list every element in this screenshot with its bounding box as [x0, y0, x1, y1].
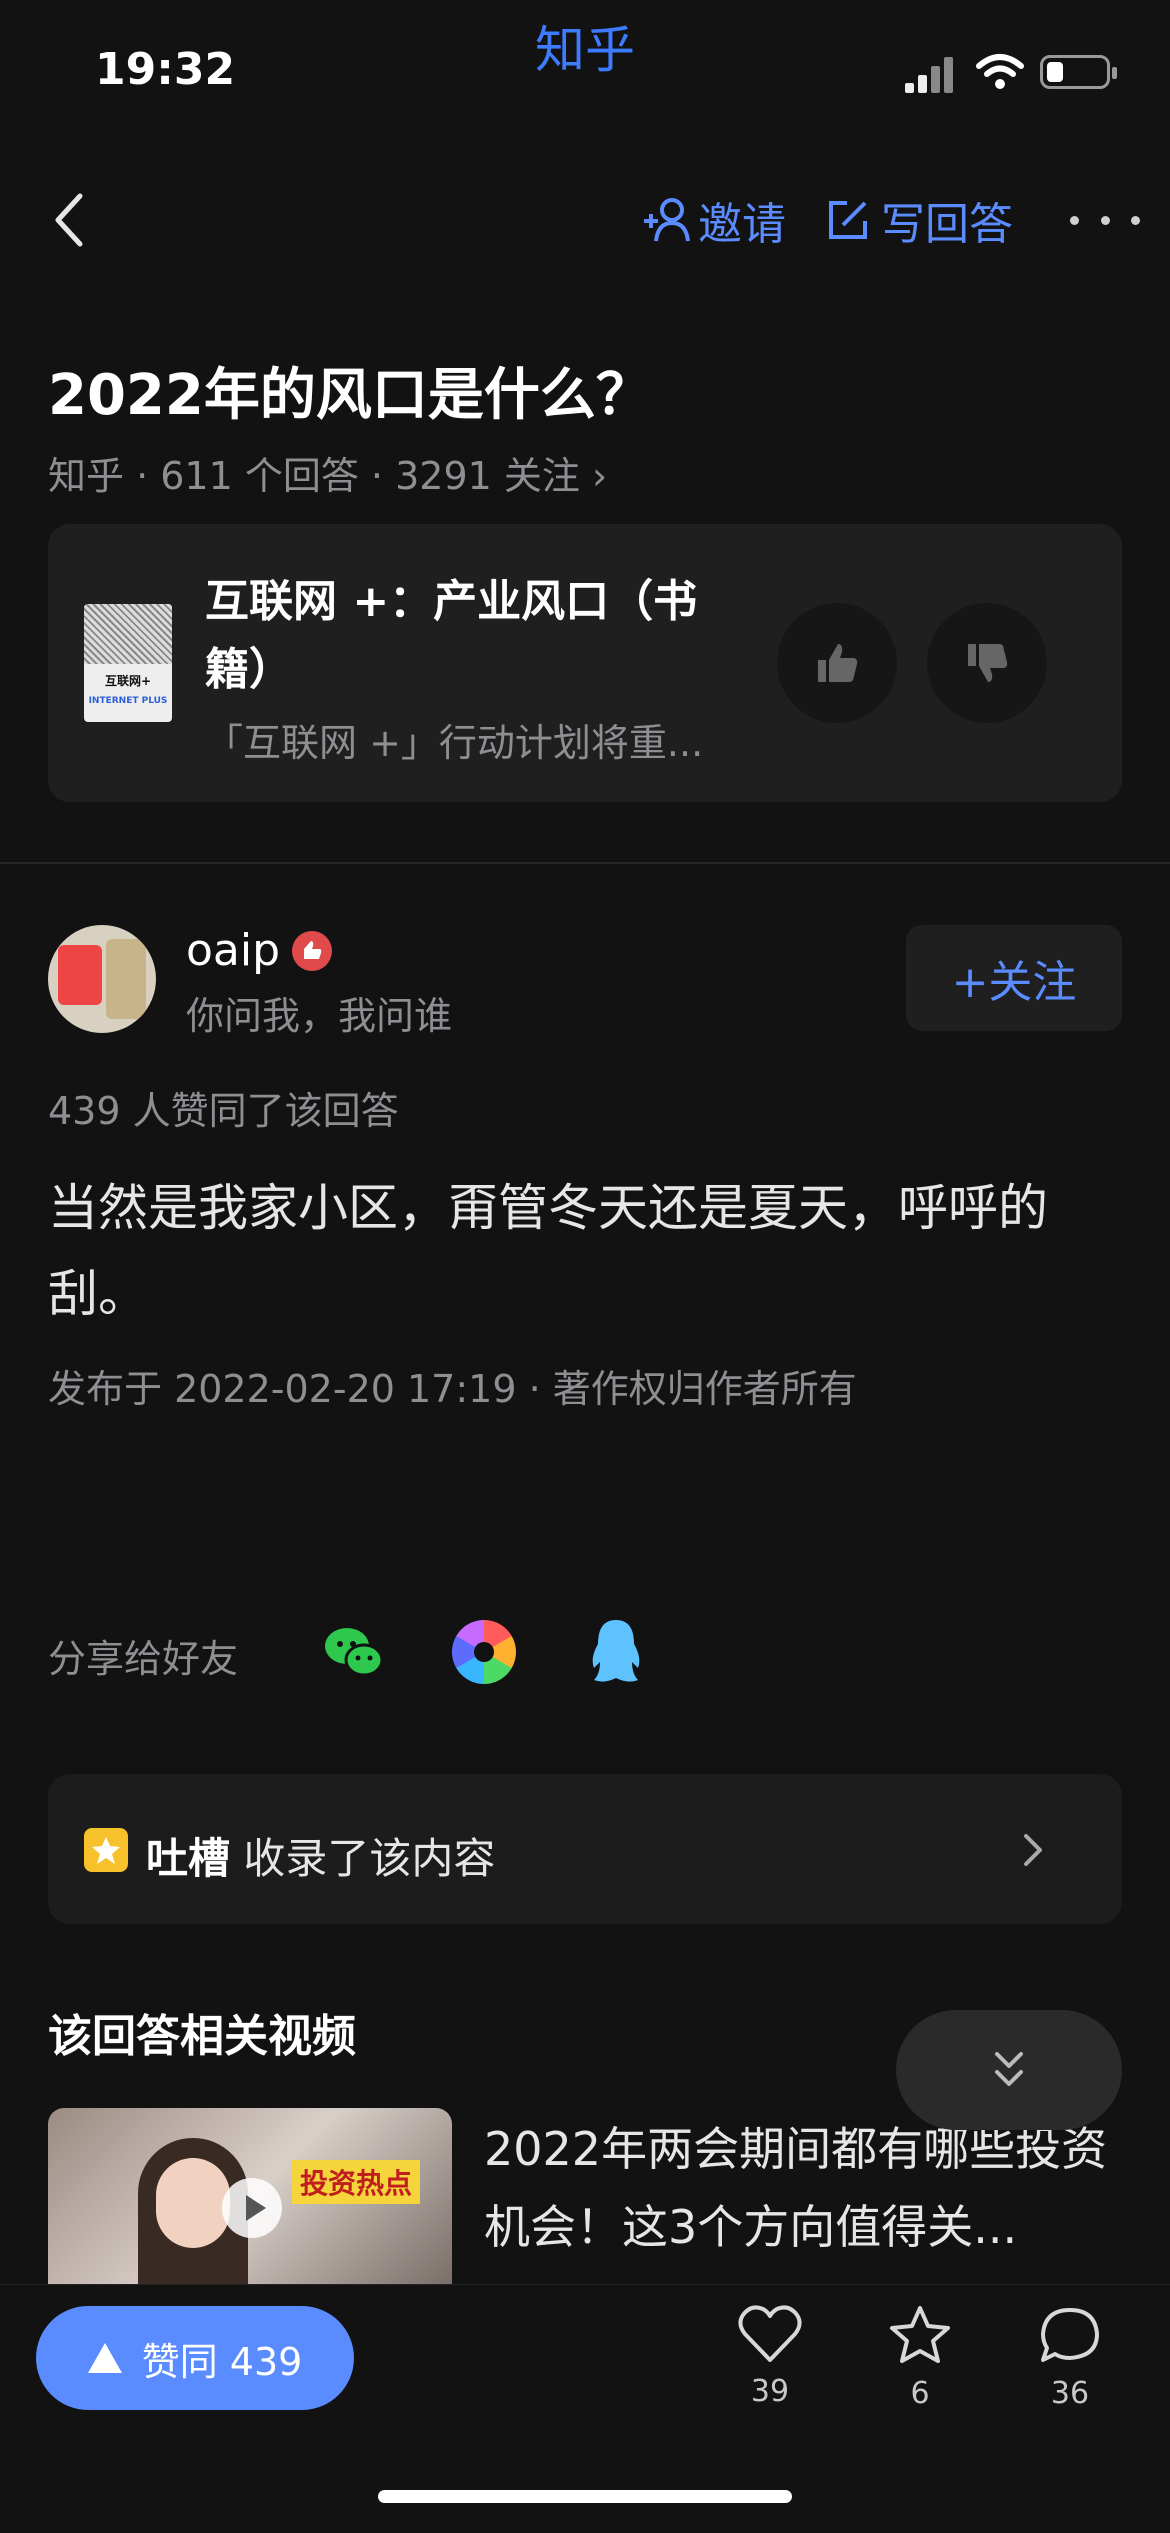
star-outline-icon	[890, 2306, 950, 2363]
invite-button[interactable]: 邀请	[640, 190, 786, 250]
wechat-icon[interactable]	[322, 1620, 386, 1684]
double-chevron-down-icon	[995, 2052, 1023, 2086]
heart-icon	[738, 2305, 802, 2362]
book-cover-subtitle: INTERNET PLUS	[88, 696, 168, 706]
vote-up-icon	[87, 2343, 122, 2373]
book-title[interactable]: 互联网 +：产业风口（书籍）	[205, 568, 725, 704]
answer-likes-line: 439 人赞同了该回答	[48, 1089, 399, 1133]
moments-icon[interactable]	[452, 1620, 516, 1684]
collection-text: 吐槽 收录了该内容	[146, 1825, 495, 1886]
wifi-icon	[976, 54, 1024, 89]
question-title[interactable]: 2022年的风口是什么？	[48, 350, 652, 431]
like-button[interactable]: 39	[725, 2304, 815, 2409]
more-options-icon[interactable]	[1070, 200, 1140, 240]
related-videos-title: 该回答相关视频	[48, 2011, 356, 2062]
question-meta[interactable]: 知乎 · 611 个回答 · 3291 关注 ›	[48, 445, 607, 500]
comment-icon	[1041, 2308, 1099, 2362]
back-icon[interactable]	[50, 190, 90, 250]
video-tag: 投资热点	[292, 2160, 421, 2204]
book-cover: 互联网+ INTERNET PLUS	[84, 604, 172, 722]
cellular-signal-icon	[905, 55, 955, 93]
answer-content: 当然是我家小区，甭管冬天还是夏天，呼呼的刮。	[48, 1179, 1048, 1323]
follow-button[interactable]: +关注	[906, 925, 1122, 1031]
write-answer-label: 写回答	[881, 199, 1013, 250]
qq-icon[interactable]	[588, 1616, 644, 1686]
star-icon	[84, 1828, 128, 1872]
book-thumbs-down-button[interactable]	[927, 603, 1047, 723]
scroll-down-button[interactable]	[896, 2010, 1122, 2130]
like-count: 39	[750, 2374, 790, 2409]
chevron-right-icon	[1024, 1834, 1042, 1866]
book-thumbs-up-button[interactable]	[777, 603, 897, 723]
write-answer-button[interactable]: 写回答	[825, 190, 1013, 250]
thumbs-up-icon	[818, 644, 858, 682]
author-badge-icon	[292, 931, 332, 971]
play-icon[interactable]	[222, 2178, 282, 2238]
thumbs-down-icon	[968, 644, 1008, 682]
collection-name: 吐槽	[146, 1834, 231, 1883]
vote-up-button[interactable]: 赞同 439	[36, 2306, 354, 2410]
share-label: 分享给好友	[48, 1637, 239, 1681]
collection-desc: 收录了该内容	[243, 1834, 496, 1883]
add-person-icon	[644, 198, 690, 242]
battery-icon	[1040, 55, 1117, 89]
favorite-button[interactable]: 6	[875, 2304, 965, 2411]
author-bio: 你问我，我问谁	[186, 994, 453, 1038]
video-title[interactable]: 2022年两会期间都有哪些投资机会！这3个方向值得关...	[484, 2110, 1124, 2266]
section-divider	[0, 862, 1170, 864]
video-thumbnail[interactable]: 投资热点	[48, 2108, 452, 2284]
vote-up-label: 赞同 439	[141, 2339, 303, 2384]
answer-published: 发布于 2022-02-20 17:19 · 著作权归作者所有	[48, 1367, 857, 1411]
invite-label: 邀请	[698, 199, 786, 250]
avatar[interactable]	[48, 925, 156, 1033]
book-desc: 「互联网 +」行动计划将重...	[205, 721, 704, 765]
star-count: 6	[910, 2376, 930, 2411]
edit-icon	[829, 201, 867, 239]
comment-button[interactable]: 36	[1025, 2304, 1115, 2411]
home-indicator[interactable]	[378, 2490, 792, 2503]
comment-count: 36	[1050, 2376, 1090, 2411]
author-name[interactable]: oaip	[186, 925, 280, 976]
book-cover-title: 互联网+	[104, 674, 152, 688]
